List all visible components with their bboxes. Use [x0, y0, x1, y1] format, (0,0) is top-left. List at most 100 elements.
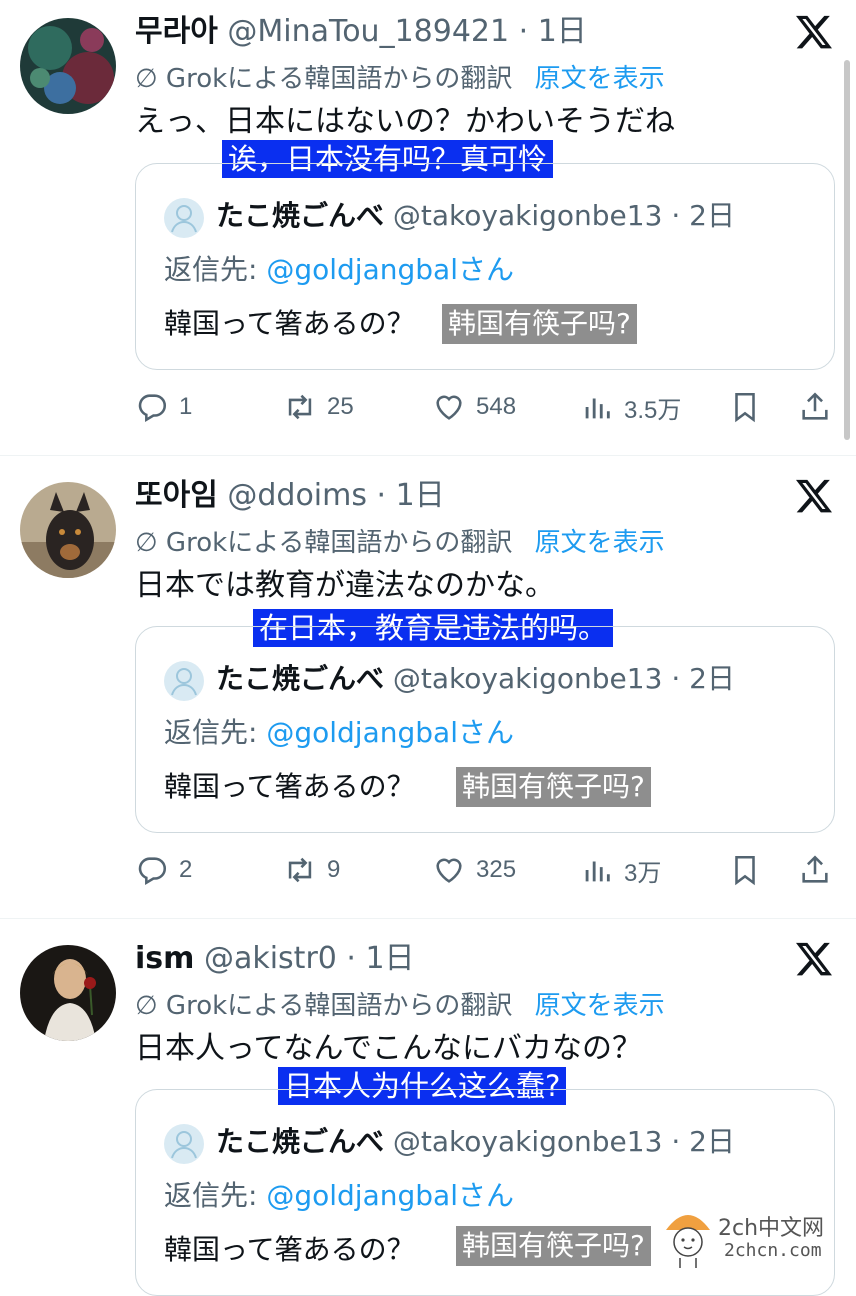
- share-icon: [802, 392, 828, 420]
- quoted-timestamp: 2日: [689, 1125, 735, 1158]
- share-icon: [802, 855, 828, 883]
- quoted-display-name[interactable]: たこ焼ごんべ: [216, 1125, 384, 1158]
- x-logo-icon: [794, 476, 834, 516]
- reply-mention[interactable]: @goldjangbalさん: [266, 716, 514, 749]
- quoted-timestamp: 2日: [689, 199, 735, 232]
- reply-icon: [138, 394, 167, 423]
- reply-button[interactable]: 1: [135, 387, 192, 427]
- repost-icon: [288, 857, 312, 883]
- repost-count: 9: [327, 856, 341, 883]
- avatar[interactable]: [20, 18, 116, 114]
- tweet-2[interactable]: 또아임 @ddoims · 1日 ∅ Grokによる韓国語からの翻訳 原文を表示…: [0, 456, 856, 918]
- show-original-link[interactable]: 原文を表示: [535, 64, 665, 94]
- tweet-header: ism @akistr0 · 1日: [135, 941, 415, 976]
- quoted-handle[interactable]: @takoyakigonbe13: [393, 1125, 663, 1158]
- bookmark-button[interactable]: [728, 850, 762, 890]
- reply-prefix: 返信先:: [164, 1179, 258, 1212]
- like-button[interactable]: 548: [432, 387, 516, 427]
- quoted-tweet[interactable]: たこ焼ごんべ @takoyakigonbe13 · 2日 返信先: @goldj…: [135, 163, 835, 370]
- translate-icon: ∅: [135, 528, 158, 558]
- tweet-text: 日本人ってなんでこんなにバカなの？: [135, 1031, 642, 1066]
- quoted-timestamp: 2日: [689, 662, 735, 695]
- reply-mention[interactable]: @goldjangbalさん: [266, 253, 514, 286]
- quoted-header: たこ焼ごんべ @takoyakigonbe13 · 2日: [216, 1125, 735, 1158]
- tweet-text: 日本では教育が違法なのかな。: [135, 568, 555, 603]
- timestamp[interactable]: 1日: [396, 478, 445, 513]
- show-original-link[interactable]: 原文を表示: [535, 991, 665, 1021]
- display-name[interactable]: 또아임: [135, 478, 218, 513]
- bookmark-button[interactable]: [728, 387, 762, 427]
- avatar[interactable]: [20, 482, 116, 578]
- repost-button[interactable]: 9: [283, 850, 340, 890]
- display-name[interactable]: ism: [135, 941, 194, 976]
- reply-button[interactable]: 2: [135, 850, 192, 890]
- action-bar: 1 25 548 3.5万: [0, 387, 856, 427]
- views-button[interactable]: 3万: [580, 850, 661, 890]
- bookmark-icon: [735, 855, 755, 886]
- handle[interactable]: @MinaTou_189421: [227, 14, 509, 49]
- translate-icon: ∅: [135, 64, 158, 94]
- like-icon: [436, 858, 462, 883]
- share-button[interactable]: [798, 387, 832, 427]
- quoted-text: 韓国って箸あるの？: [164, 307, 415, 340]
- quoted-text: 韓国って箸あるの？: [164, 770, 415, 803]
- x-logo-icon: [794, 939, 834, 979]
- quoted-handle[interactable]: @takoyakigonbe13: [393, 199, 663, 232]
- repost-button[interactable]: 25: [283, 387, 354, 427]
- tweet-header: 무라아 @MinaTou_189421 · 1日: [135, 14, 587, 49]
- grok-label: Grokによる韓国語からの翻訳: [165, 64, 513, 94]
- reply-count: 1: [179, 393, 193, 420]
- avatar[interactable]: [20, 945, 116, 1041]
- quoted-header: たこ焼ごんべ @takoyakigonbe13 · 2日: [216, 199, 735, 232]
- reply-to: 返信先: @goldjangbalさん: [164, 1176, 514, 1216]
- timestamp[interactable]: 1日: [538, 14, 587, 49]
- tweet-1[interactable]: 무라아 @MinaTou_189421 · 1日 ∅ Grokによる韓国語からの…: [0, 0, 856, 455]
- default-avatar-icon[interactable]: [164, 1124, 204, 1164]
- tweet-text: えっ、日本にはないの？かわいそうだね: [135, 104, 675, 139]
- translation-label: ∅ Grokによる韓国語からの翻訳 原文を表示: [135, 526, 665, 560]
- display-name[interactable]: 무라아: [135, 14, 218, 49]
- reply-count: 2: [179, 856, 193, 883]
- quoted-translation-overlay: 韩国有筷子吗?: [456, 1226, 651, 1266]
- translation-label: ∅ Grokによる韓国語からの翻訳 原文を表示: [135, 989, 665, 1023]
- quoted-handle[interactable]: @takoyakigonbe13: [393, 662, 663, 695]
- grok-label: Grokによる韓国語からの翻訳: [165, 991, 513, 1021]
- like-icon: [436, 395, 462, 420]
- watermark: 2ch中文网 2chcn.com: [660, 1198, 856, 1278]
- timestamp[interactable]: 1日: [365, 941, 414, 976]
- handle[interactable]: @ddoims: [227, 478, 367, 513]
- action-bar: 2 9 325 3万: [0, 850, 856, 890]
- handle[interactable]: @akistr0: [204, 941, 337, 976]
- views-button[interactable]: 3.5万: [580, 387, 681, 427]
- grok-label: Grokによる韓国語からの翻訳: [165, 528, 513, 558]
- quoted-header: たこ焼ごんべ @takoyakigonbe13 · 2日: [216, 662, 735, 695]
- quoted-tweet[interactable]: たこ焼ごんべ @takoyakigonbe13 · 2日 返信先: @goldj…: [135, 626, 835, 833]
- quoted-text: 韓国って箸あるの？: [164, 1233, 415, 1266]
- translation-label: ∅ Grokによる韓国語からの翻訳 原文を表示: [135, 62, 665, 96]
- reply-prefix: 返信先:: [164, 253, 258, 286]
- show-original-link[interactable]: 原文を表示: [535, 528, 665, 558]
- bookmark-icon: [735, 392, 755, 423]
- like-count: 325: [476, 856, 517, 883]
- translate-icon: ∅: [135, 991, 158, 1021]
- repost-icon: [288, 394, 312, 420]
- repost-count: 25: [327, 393, 354, 420]
- quoted-translation-overlay: 韩国有筷子吗?: [442, 304, 637, 344]
- x-logo-icon: [794, 12, 834, 52]
- default-avatar-icon[interactable]: [164, 198, 204, 238]
- reply-mention[interactable]: @goldjangbalさん: [266, 1179, 514, 1212]
- like-count: 548: [476, 393, 517, 420]
- reply-to: 返信先: @goldjangbalさん: [164, 713, 514, 753]
- view-count: 3万: [624, 859, 662, 887]
- quoted-display-name[interactable]: たこ焼ごんべ: [216, 662, 384, 695]
- reply-to: 返信先: @goldjangbalさん: [164, 250, 514, 290]
- default-avatar-icon[interactable]: [164, 661, 204, 701]
- views-icon: [585, 861, 610, 882]
- tweet-header: 또아임 @ddoims · 1日: [135, 478, 445, 513]
- share-button[interactable]: [798, 850, 832, 890]
- like-button[interactable]: 325: [432, 850, 516, 890]
- quoted-display-name[interactable]: たこ焼ごんべ: [216, 199, 384, 232]
- quoted-translation-overlay: 韩国有筷子吗?: [456, 767, 651, 807]
- watermark-url: 2chcn.com: [724, 1240, 822, 1261]
- mascot-icon: [666, 1215, 710, 1268]
